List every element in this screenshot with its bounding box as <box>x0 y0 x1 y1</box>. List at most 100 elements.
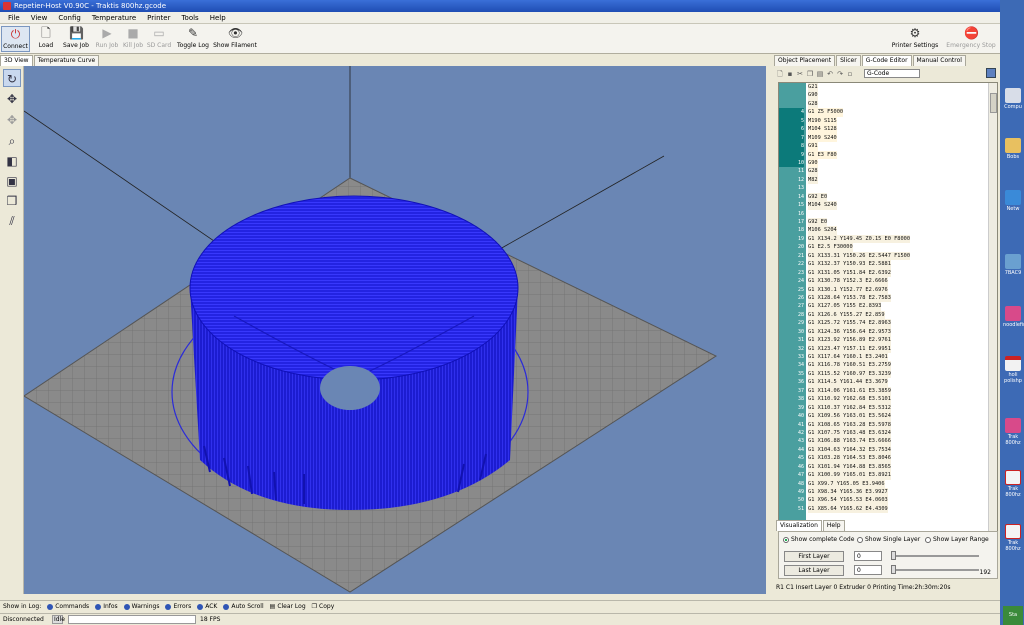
last-layer-input[interactable]: 0 <box>854 565 882 575</box>
last-layer-slider[interactable] <box>891 569 979 571</box>
visualization-toggle[interactable] <box>986 68 996 78</box>
save-icon[interactable]: ▪ <box>786 70 794 78</box>
desktop-icon-noodlefin[interactable]: noodlefin <box>1003 306 1024 328</box>
gcode-line[interactable]: 18 M106 S204 <box>779 226 989 235</box>
gcode-line[interactable]: 21 G1 X133.31 Y150.26 E2.5447 F1500 <box>779 251 989 261</box>
desktop-icon-traktis-2[interactable]: Trak 800hz <box>1003 470 1023 498</box>
editor-scrollbar[interactable] <box>988 83 997 561</box>
top-view-icon[interactable]: ❒ <box>3 192 21 210</box>
gcode-line[interactable]: 20 G1 E2.5 F30000 <box>779 243 989 252</box>
show-filament-button[interactable]: 👁 Show Filament <box>213 26 257 52</box>
emergency-stop-button[interactable]: ⛔ Emergency Stop <box>944 26 998 52</box>
log-commands-toggle[interactable]: Commands <box>47 603 89 610</box>
copy-log-button[interactable]: ❐ Copy <box>312 603 335 610</box>
gcode-line[interactable]: 8 G91 <box>779 142 989 151</box>
gcode-line[interactable]: 27 G1 X127.05 Y155 E2.8393 <box>779 302 989 311</box>
menu-file[interactable]: File <box>8 12 20 23</box>
gcode-line[interactable]: G21 <box>779 83 989 92</box>
last-layer-button[interactable]: Last Layer <box>784 565 844 576</box>
gcode-line[interactable]: 48 G1 X99.7 Y165.05 E3.9406 <box>779 479 989 489</box>
gcode-line[interactable]: 32 G1 X123.47 Y157.11 E2.9951 <box>779 344 989 354</box>
gcode-line[interactable]: 30 G1 X124.36 Y156.64 E2.9573 <box>779 327 989 337</box>
gcode-line[interactable]: 9 G1 E3 F80 <box>779 150 989 159</box>
gcode-line[interactable]: 42 G1 X107.75 Y163.48 E3.6324 <box>779 428 989 438</box>
gcode-line[interactable]: 40 G1 X109.56 Y163.01 E3.5624 <box>779 412 989 421</box>
isometric-view-icon[interactable]: ◧ <box>3 152 21 170</box>
scroll-thumb[interactable] <box>990 93 997 113</box>
3d-viewport[interactable] <box>24 66 766 594</box>
front-view-icon[interactable]: ▣ <box>3 172 21 190</box>
first-layer-input[interactable]: 0 <box>854 551 882 561</box>
gcode-line[interactable]: 15 M104 S240 <box>779 201 989 210</box>
gcode-line[interactable]: 36 G1 X114.5 Y161.44 E3.3679 <box>779 378 989 387</box>
first-layer-button[interactable]: First Layer <box>784 551 844 562</box>
log-warnings-toggle[interactable]: Warnings <box>123 603 159 610</box>
paste-icon[interactable]: ▤ <box>816 70 824 78</box>
log-infos-toggle[interactable]: Infos <box>95 603 118 610</box>
tab-3d-view[interactable]: 3D View <box>0 55 33 66</box>
new-icon[interactable]: 🗋 <box>776 70 784 78</box>
parallel-projection-icon[interactable]: ⫽ <box>3 212 21 230</box>
connect-button[interactable]: ⏻ Connect <box>1 26 30 52</box>
toggle-log-button[interactable]: ✎ Toggle Log <box>176 26 210 52</box>
menu-printer[interactable]: Printer <box>147 12 170 23</box>
desktop-icon-image[interactable]: 7BAC9 <box>1003 254 1023 276</box>
gcode-line[interactable]: 5 M190 S115 <box>779 116 989 126</box>
printer-settings-button[interactable]: ⚙ Printer Settings <box>890 26 940 52</box>
desktop-icon-traktis-3[interactable]: Trak 800hz <box>1003 524 1023 552</box>
radio-show-complete-code[interactable]: Show complete Code <box>783 536 854 543</box>
tab-object-placement[interactable]: Object Placement <box>774 55 836 66</box>
gcode-line[interactable]: 41 G1 X108.65 Y163.28 E3.5978 <box>779 420 989 429</box>
gcode-line[interactable]: 29 G1 X125.72 Y155.74 E2.8963 <box>779 319 989 328</box>
gcode-line[interactable]: 4 G1 Z5 F5000 <box>779 108 989 117</box>
gcode-line[interactable]: 16 <box>779 210 989 218</box>
gcode-line[interactable]: G90 <box>779 91 989 100</box>
gcode-editor[interactable]: G21 G90 G28 4 G1 Z5 F5000 5 M190 S115 6 M104 S12… <box>778 82 998 562</box>
gcode-line[interactable]: 39 G1 X110.37 Y162.84 E3.5312 <box>779 403 989 413</box>
log-errors-toggle[interactable]: Errors <box>165 603 191 610</box>
sd-card-button[interactable]: ▭ SD Card <box>146 26 172 52</box>
menu-temperature[interactable]: Temperature <box>92 12 136 23</box>
gcode-line[interactable]: 45 G1 X103.28 Y164.53 E3.8046 <box>779 454 989 463</box>
log-auto-scroll-toggle[interactable]: Auto Scroll <box>223 603 264 610</box>
menu-view[interactable]: View <box>31 12 48 23</box>
gcode-line[interactable]: 47 G1 X100.99 Y165.01 E3.8921 <box>779 471 989 480</box>
kill-job-button[interactable]: ■ Kill Job <box>121 26 145 52</box>
gcode-line[interactable]: 19 G1 X134.2 Y149.45 Z0.15 E0 F8000 <box>779 234 989 244</box>
menu-help[interactable]: Help <box>210 12 226 23</box>
undo-icon[interactable]: ↶ <box>826 70 834 78</box>
save-job-button[interactable]: 💾 Save Job <box>62 26 90 52</box>
gcode-line[interactable]: 25 G1 X130.1 Y152.77 E2.6976 <box>779 285 989 294</box>
gcode-line[interactable]: 44 G1 X104.63 Y164.32 E3.7534 <box>779 445 989 455</box>
gcode-line[interactable]: 28 G1 X126.6 Y155.27 E2.859 <box>779 310 989 320</box>
first-layer-slider[interactable] <box>891 555 979 557</box>
clear-log-button[interactable]: ▤ Clear Log <box>270 603 306 610</box>
tab-visualization[interactable]: Visualization <box>776 520 822 531</box>
tab-temperature-curve[interactable]: Temperature Curve <box>33 55 100 66</box>
gcode-line[interactable]: 46 G1 X101.94 Y164.88 E3.8565 <box>779 462 989 472</box>
gcode-line[interactable]: 26 G1 X128.64 Y153.78 E2.7583 <box>779 293 989 303</box>
tab-slicer[interactable]: Slicer <box>836 55 861 66</box>
gcode-line[interactable]: 34 G1 X116.78 Y160.51 E3.2759 <box>779 361 989 370</box>
gcode-line[interactable]: 31 G1 X123.92 Y156.89 E2.9761 <box>779 336 989 345</box>
gcode-line[interactable]: 33 G1 X117.64 Y160.1 E3.2401 <box>779 353 989 362</box>
gcode-line[interactable]: 51 G1 X85.64 Y165.62 E4.4309 <box>779 504 989 514</box>
gcode-line[interactable]: 6 M104 S128 <box>779 125 989 134</box>
zoom-icon[interactable]: ⌕ <box>3 132 21 150</box>
gcode-line[interactable]: G28 <box>779 99 989 109</box>
gcode-line[interactable]: 50 G1 X96.54 Y165.53 E4.0603 <box>779 496 989 505</box>
menu-config[interactable]: Config <box>58 12 80 23</box>
gcode-line[interactable]: 38 G1 X110.92 Y162.68 E3.5101 <box>779 395 989 404</box>
gcode-line[interactable]: 35 G1 X115.52 Y160.97 E3.3239 <box>779 369 989 379</box>
gcode-line[interactable]: 14 G92 E0 <box>779 192 989 202</box>
clear-icon[interactable]: ▫ <box>846 70 854 78</box>
gcode-line[interactable]: 13 <box>779 184 989 192</box>
run-job-button[interactable]: ▶ Run Job <box>94 26 120 52</box>
gcode-line[interactable]: 37 G1 X114.06 Y161.61 E3.3859 <box>779 386 989 396</box>
gcode-type-select[interactable]: G-Code <box>864 69 920 78</box>
redo-icon[interactable]: ↷ <box>836 70 844 78</box>
radio-show-layer-range[interactable]: Show Layer Range <box>925 536 989 543</box>
gcode-line[interactable]: 43 G1 X106.88 Y163.74 E3.6666 <box>779 437 989 446</box>
desktop-icon-pdf[interactable]: holi polishp <box>1003 356 1023 384</box>
desktop-icon-network[interactable]: Netw <box>1003 190 1023 212</box>
